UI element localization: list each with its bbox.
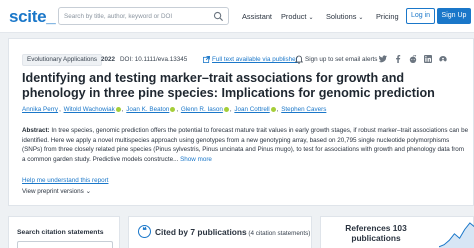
author-separator: , — [59, 106, 61, 113]
citation-search-input[interactable] — [17, 241, 113, 248]
search-citations-panel: Search citation statements — [8, 216, 120, 248]
references-line-1: References 103 — [345, 223, 407, 233]
orcid-icon[interactable] — [223, 106, 229, 112]
facebook-icon[interactable] — [393, 54, 403, 64]
nav-assistant[interactable]: Assistant — [242, 12, 272, 21]
chevron-down-icon: ⌄ — [85, 188, 91, 195]
preprint-label: View preprint versions — [22, 188, 84, 195]
nav-product-label: Product — [281, 12, 307, 21]
nav-solutions[interactable]: Solutions ⌄ — [326, 12, 363, 21]
linkedin-icon[interactable] — [423, 54, 433, 64]
references-sparkline — [439, 222, 474, 248]
doi-text: DOI: 10.1111/eva.13345 — [120, 56, 188, 63]
publication-year: 2022 — [101, 56, 116, 63]
nav-pricing-label: Pricing — [376, 12, 399, 21]
author-link[interactable]: Witold Wachowiak — [64, 106, 115, 113]
top-navigation-bar: scite_ Assistant Product⌄ Solutions⌄ Pri… — [0, 0, 474, 33]
references-panel[interactable]: References 103 publications — [320, 216, 474, 248]
orcid-icon[interactable] — [170, 106, 176, 112]
nav-solutions-label: Solutions — [326, 12, 357, 21]
abstract-label: Abstract: — [22, 127, 50, 134]
cited-by-text: Cited by 7 publications (4 citation stat… — [155, 227, 310, 237]
abstract: Abstract: In tree species, genomic predi… — [22, 126, 469, 164]
search-citations-label: Search citation statements — [17, 229, 104, 236]
journal-tag[interactable]: Evolutionary Applications — [22, 54, 103, 66]
article-title: Identifying and testing marker–trait ass… — [22, 71, 435, 100]
references-count: References 103 publications — [321, 223, 431, 243]
bell-icon[interactable] — [295, 55, 303, 64]
author-link[interactable]: Joan K. Beaton — [126, 106, 169, 113]
orcid-icon[interactable] — [270, 106, 276, 112]
author-link[interactable]: Glenn R. Iason — [181, 106, 223, 113]
publisher-link[interactable]: Full text available via publisher — [212, 56, 298, 63]
author-link[interactable]: Annika Perry — [22, 106, 58, 113]
preprint-versions-toggle[interactable]: View preprint versions ⌄ — [22, 188, 91, 195]
nav-assistant-label: Assistant — [242, 12, 272, 21]
scite-logo[interactable]: scite_ — [9, 7, 56, 27]
signup-button[interactable]: Sign Up — [437, 8, 471, 24]
reddit-icon[interactable] — [408, 54, 418, 64]
external-link-icon — [203, 56, 210, 63]
quote-icon: ❝ — [138, 225, 151, 238]
email-alert-text[interactable]: Sign up to set email alerts — [305, 56, 377, 63]
search-box[interactable] — [58, 7, 229, 25]
cited-by-panel[interactable]: ❝ Cited by 7 publications (4 citation st… — [128, 216, 312, 248]
author-separator: , — [276, 106, 279, 113]
mendeley-icon[interactable] — [438, 54, 448, 64]
citation-statements-count: (4 citation statements) — [246, 230, 311, 237]
login-button[interactable]: Log in — [406, 8, 435, 24]
help-understand-link[interactable]: Help me understand this report — [22, 177, 108, 184]
author-link[interactable]: Stephen Cavers — [281, 106, 326, 113]
chevron-down-icon: ⌄ — [358, 15, 364, 21]
article-card: Evolutionary Applications 2022 DOI: 10.1… — [8, 38, 474, 206]
show-more-link[interactable]: Show more — [180, 156, 212, 163]
author-separator: , — [229, 106, 232, 113]
orcid-icon[interactable] — [115, 106, 121, 112]
search-input[interactable] — [64, 10, 204, 22]
references-line-2: publications — [351, 233, 401, 243]
author-list: Annika Perry, Witold Wachowiak, Joan K. … — [22, 106, 326, 113]
nav-product[interactable]: Product ⌄ — [281, 12, 314, 21]
cited-by-count: Cited by 7 publications — [155, 227, 247, 237]
search-icon[interactable] — [213, 11, 224, 22]
author-separator: , — [176, 106, 179, 113]
twitter-icon[interactable] — [378, 54, 388, 64]
abstract-text: In tree species, genomic prediction offe… — [22, 127, 469, 163]
nav-pricing[interactable]: Pricing — [376, 12, 399, 21]
author-separator: , — [121, 106, 124, 113]
chevron-down-icon: ⌄ — [308, 15, 314, 21]
author-link[interactable]: Joan Cottrell — [234, 106, 269, 113]
